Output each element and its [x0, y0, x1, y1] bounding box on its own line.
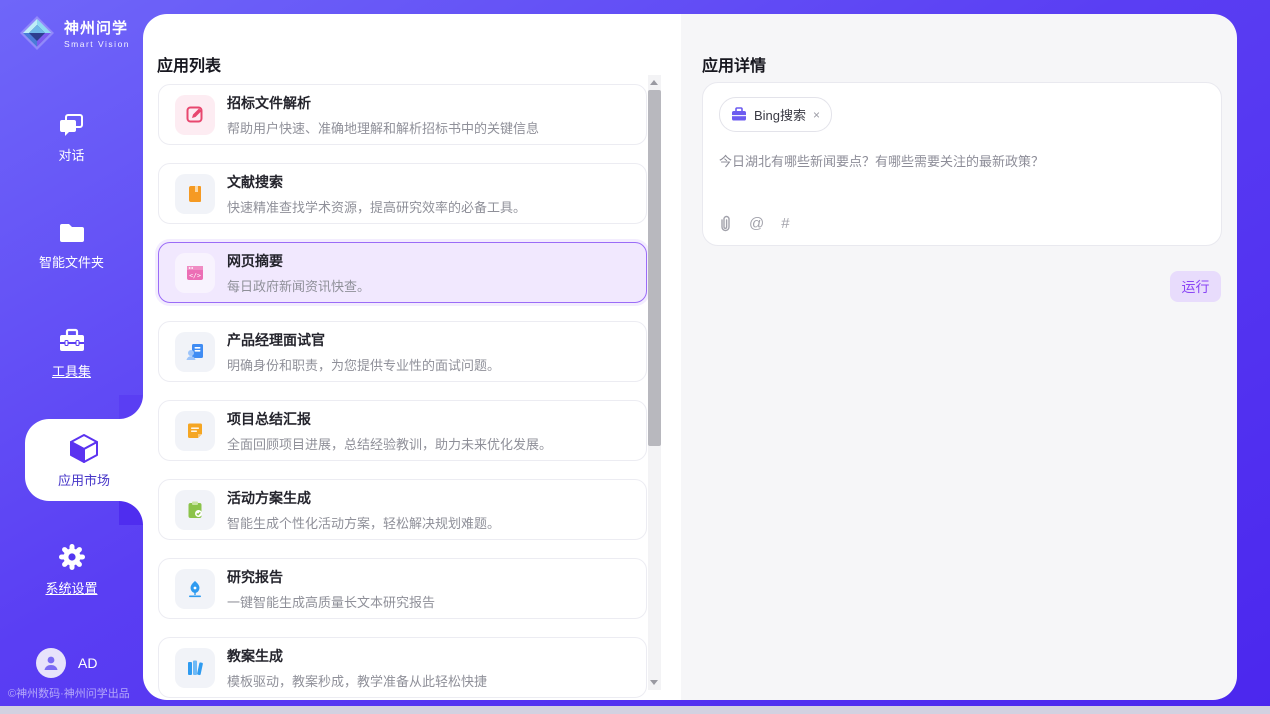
app-card-name: 教案生成 — [227, 646, 487, 666]
app-card-name: 研究报告 — [227, 567, 435, 587]
selected-bubble-fillet-top — [119, 395, 143, 419]
app-card-event-plan[interactable]: 活动方案生成 智能生成个性化活动方案，轻松解决规划难题。 — [158, 479, 647, 540]
app-card-description: 智能生成个性化活动方案，轻松解决规划难题。 — [227, 513, 500, 532]
sidebar-item-app-market[interactable]: 应用市场 — [25, 419, 143, 501]
person-document-icon — [175, 332, 215, 372]
tool-tag-bing-search[interactable]: Bing搜索 × — [719, 97, 832, 132]
brand-logo-diamond-icon — [18, 14, 56, 52]
brand-text: 神州问学 Smart Vision — [64, 17, 130, 49]
user-account[interactable]: AD — [36, 648, 97, 678]
app-card-description: 全面回顾项目进展，总结经验教训，助力未来优化发展。 — [227, 434, 552, 453]
run-button[interactable]: 运行 — [1170, 271, 1221, 302]
app-list-title: 应用列表 — [157, 52, 221, 76]
brand-subtitle: Smart Vision — [64, 39, 130, 49]
app-card-name: 网页摘要 — [227, 251, 370, 271]
toolbox-icon — [58, 328, 86, 354]
app-card-description: 明确身份和职责，为您提供专业性的面试问题。 — [227, 355, 500, 374]
sidebar-item-label: 系统设置 — [45, 578, 97, 597]
sidebar-item-toolset[interactable]: 工具集 — [0, 328, 143, 380]
app-list-scrollbar[interactable] — [648, 75, 661, 690]
svg-text:</>: </> — [189, 271, 201, 279]
tag-close-icon[interactable]: × — [813, 109, 820, 121]
app-card-description: 一键智能生成高质量长文本研究报告 — [227, 592, 435, 611]
mention-icon[interactable]: @ — [749, 215, 764, 232]
tool-tag-label: Bing搜索 — [754, 105, 806, 124]
chat-icon — [58, 112, 86, 138]
cube-icon — [68, 432, 100, 464]
app-card-project-summary[interactable]: 项目总结汇报 全面回顾项目进展，总结经验教训，助力未来优化发展。 — [158, 400, 647, 461]
books-icon — [175, 648, 215, 688]
scrollbar-up-arrow-icon[interactable] — [650, 80, 658, 85]
app-card-list: 招标文件解析 帮助用户快速、准确地理解和解析招标书中的关键信息 文献搜索 快速精… — [158, 84, 647, 700]
note-icon — [175, 411, 215, 451]
scrollbar-down-arrow-icon[interactable] — [650, 680, 658, 685]
user-initials: AD — [78, 655, 97, 671]
sidebar-item-label: 应用市场 — [58, 470, 110, 489]
scrollbar-thumb[interactable] — [648, 90, 661, 446]
sidebar-item-label: 工具集 — [52, 361, 91, 380]
app-card-literature-search[interactable]: 文献搜索 快速精准查找学术资源，提高研究效率的必备工具。 — [158, 163, 647, 224]
paperclip-icon[interactable] — [719, 215, 732, 232]
app-card-description: 快速精准查找学术资源，提高研究效率的必备工具。 — [227, 197, 526, 216]
app-card-name: 文献搜索 — [227, 172, 526, 192]
prompt-input[interactable]: 今日湖北有哪些新闻要点？有哪些需要关注的最新政策？ — [719, 151, 1205, 170]
book-icon — [175, 174, 215, 214]
app-card-bid-parse[interactable]: 招标文件解析 帮助用户快速、准确地理解和解析招标书中的关键信息 — [158, 84, 647, 145]
sidebar: 神州问学 Smart Vision 对话 智能文件夹 — [0, 0, 143, 706]
app-card-description: 每日政府新闻资讯快查。 — [227, 276, 370, 295]
avatar — [36, 648, 66, 678]
app-list-panel: 应用列表 招标文件解析 帮助用户快速、准确地理解和解析招标书中的关键信息 — [143, 14, 681, 700]
sidebar-item-system-settings[interactable]: 系统设置 — [0, 543, 143, 597]
app-detail-panel: 应用详情 Bing搜索 × 今日湖北有哪些新闻要点？有哪些需要关注的最新政策？ … — [681, 14, 1237, 700]
app-card-description: 帮助用户快速、准确地理解和解析招标书中的关键信息 — [227, 118, 539, 137]
app-card-web-summary[interactable]: </> 网页摘要 每日政府新闻资讯快查。 — [158, 242, 647, 303]
browser-code-icon: </> — [175, 253, 215, 293]
app-card-name: 活动方案生成 — [227, 488, 500, 508]
brand-name: 神州问学 — [64, 17, 130, 38]
app-card-research-report[interactable]: 研究报告 一键智能生成高质量长文本研究报告 — [158, 558, 647, 619]
app-card-lesson-plan[interactable]: 教案生成 模板驱动，教案秒成，教学准备从此轻松快捷 — [158, 637, 647, 698]
bottom-edge-strip — [0, 706, 1270, 714]
gear-icon — [58, 543, 86, 571]
copyright-footer: ©神州数码·神州问学出品 — [8, 685, 130, 701]
folder-icon — [58, 221, 86, 245]
prompt-card: Bing搜索 × 今日湖北有哪些新闻要点？有哪些需要关注的最新政策？ @ # — [702, 82, 1222, 246]
sidebar-item-smart-folder[interactable]: 智能文件夹 — [0, 221, 143, 271]
app-card-description: 模板驱动，教案秒成，教学准备从此轻松快捷 — [227, 671, 487, 690]
app-card-name: 产品经理面试官 — [227, 330, 500, 350]
app-card-name: 项目总结汇报 — [227, 409, 552, 429]
selected-bubble-fillet-bottom — [119, 501, 143, 525]
app-card-pm-interviewer[interactable]: 产品经理面试官 明确身份和职责，为您提供专业性的面试问题。 — [158, 321, 647, 382]
pen-nib-icon — [175, 569, 215, 609]
sidebar-item-label: 智能文件夹 — [39, 252, 104, 271]
briefcase-icon — [731, 107, 747, 122]
clipboard-check-icon — [175, 490, 215, 530]
app-detail-title: 应用详情 — [702, 52, 766, 76]
sidebar-item-label: 对话 — [58, 145, 84, 164]
input-toolbar: @ # — [719, 215, 790, 232]
app-card-name: 招标文件解析 — [227, 93, 539, 113]
brand: 神州问学 Smart Vision — [18, 14, 130, 52]
hash-icon[interactable]: # — [781, 215, 789, 232]
edit-document-icon — [175, 95, 215, 135]
sidebar-item-chat[interactable]: 对话 — [0, 112, 143, 164]
